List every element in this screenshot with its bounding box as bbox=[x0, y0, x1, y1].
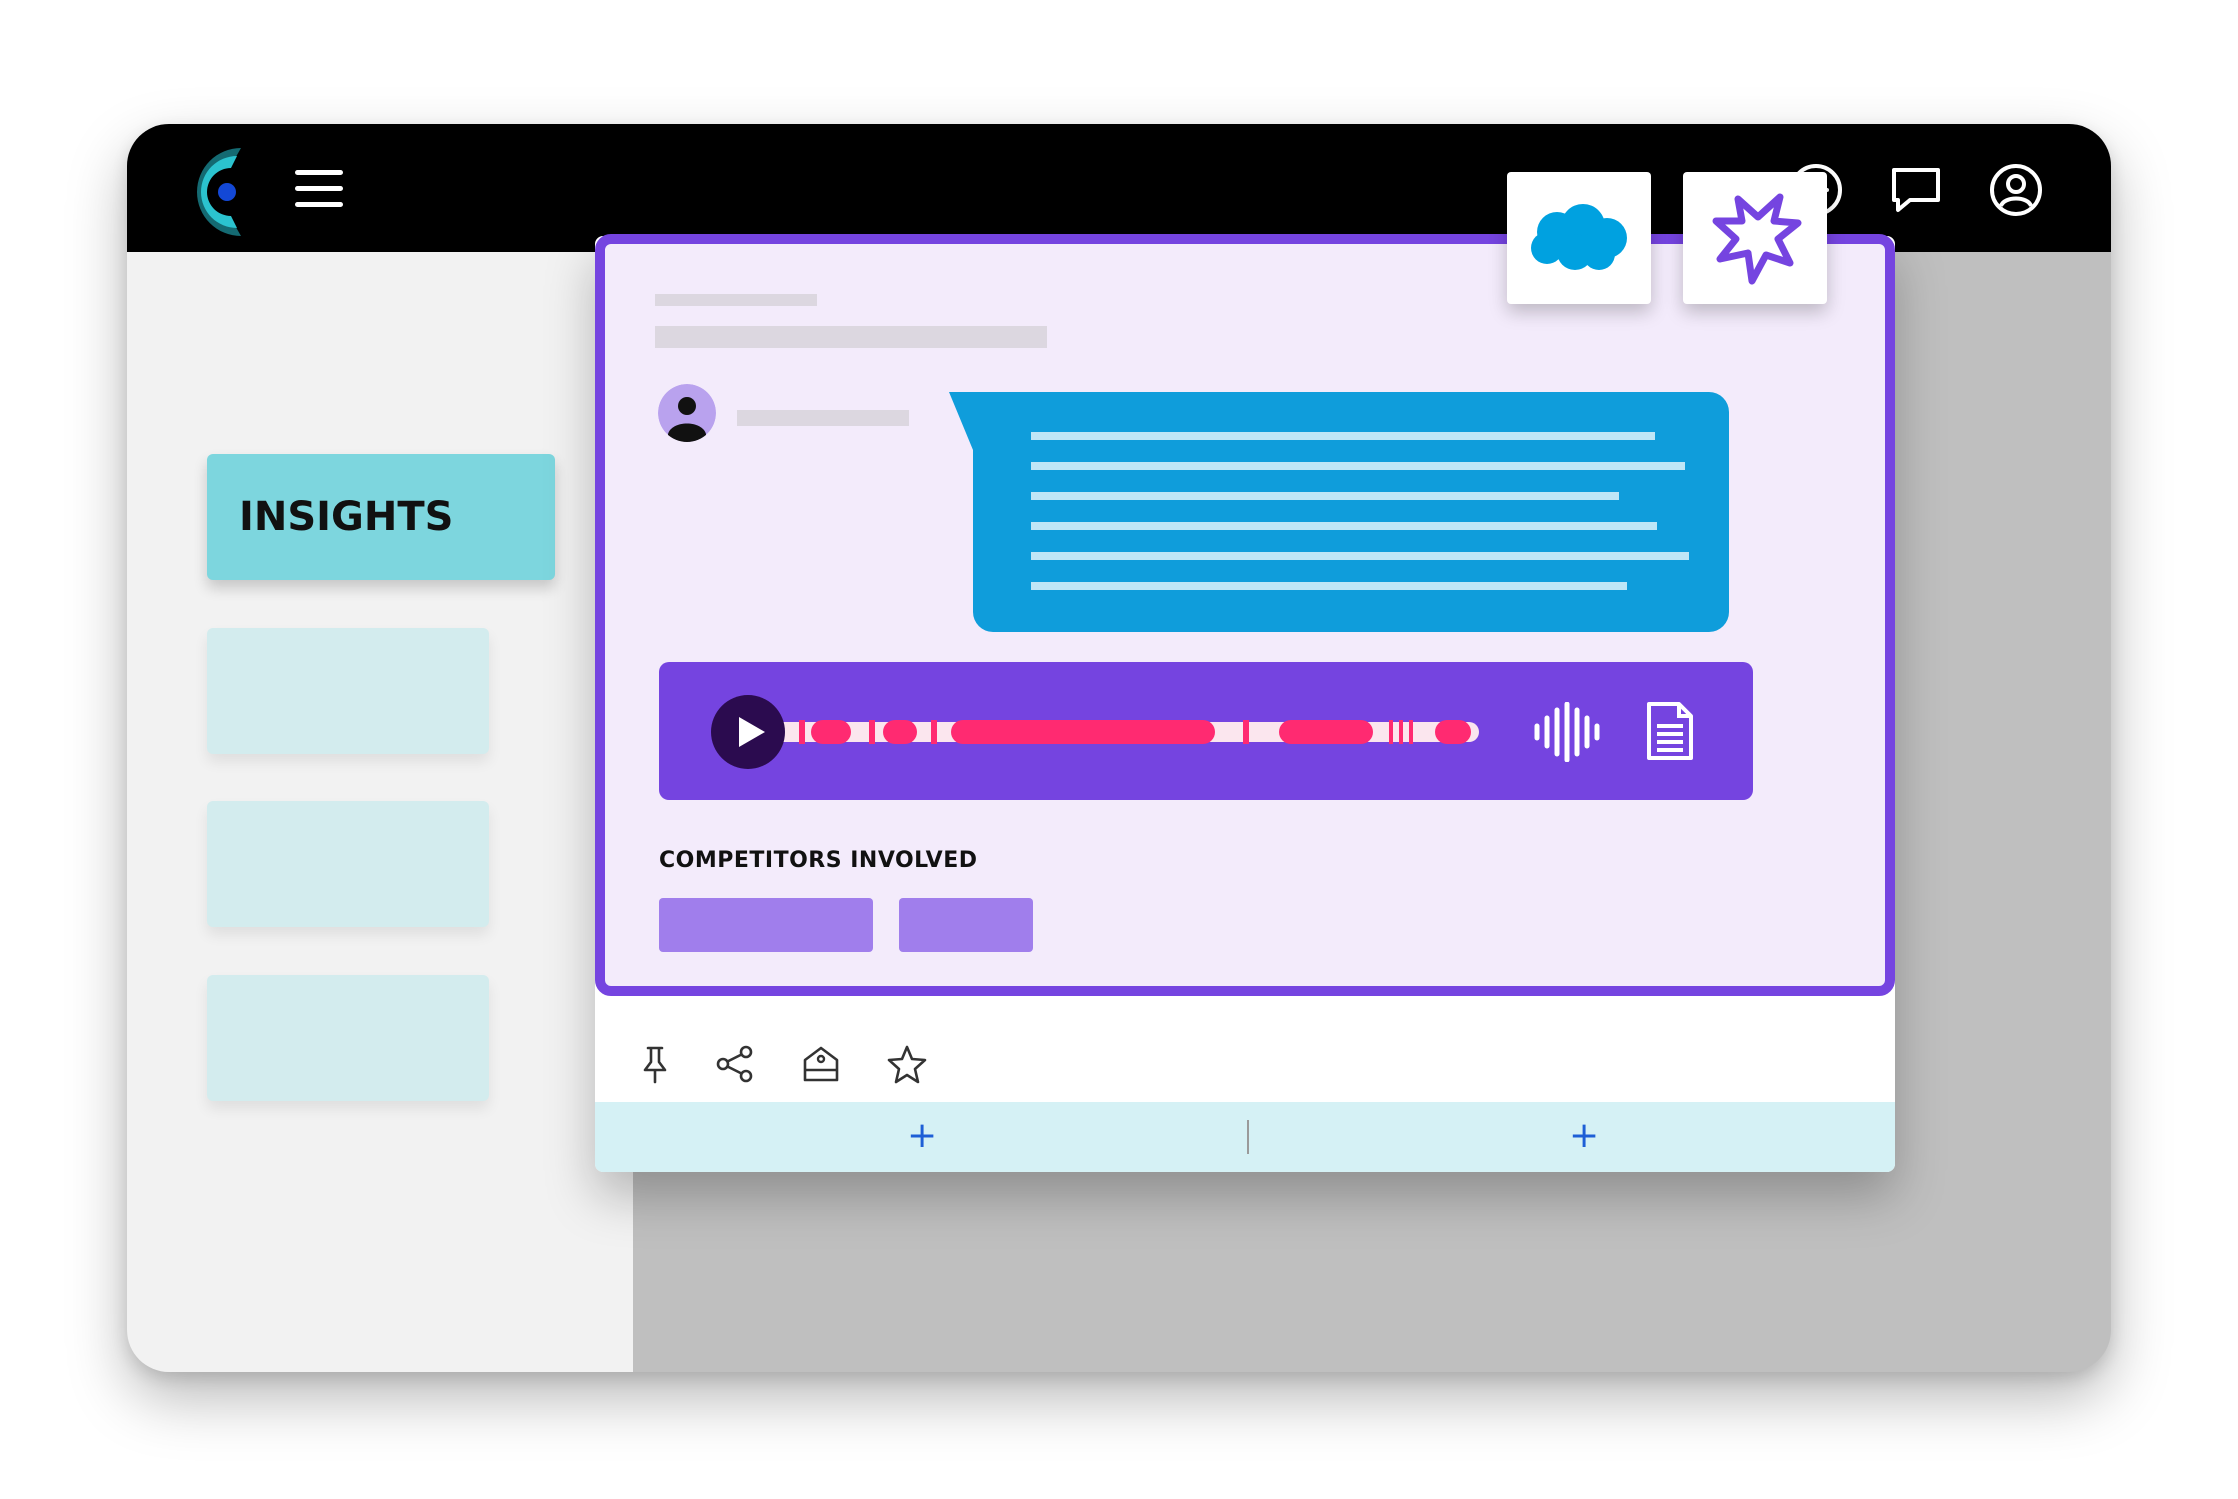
insight-card: COMPETITORS INVOLVED bbox=[595, 234, 1895, 996]
sidebar-item-insights[interactable]: INSIGHTS bbox=[207, 454, 555, 580]
card-footer: + + bbox=[595, 1102, 1895, 1172]
salesforce-cloud-icon bbox=[1531, 204, 1627, 270]
playback-track[interactable] bbox=[759, 712, 1479, 752]
competitor-chip[interactable] bbox=[899, 898, 1033, 952]
sidebar-item-placeholder[interactable] bbox=[207, 628, 489, 754]
sidebar-item-placeholder[interactable] bbox=[207, 801, 489, 927]
sidebar: INSIGHTS bbox=[127, 252, 633, 1372]
title-placeholder-line bbox=[655, 294, 817, 306]
salesforce-integration-badge[interactable] bbox=[1507, 172, 1651, 304]
burst-star-icon bbox=[1712, 193, 1802, 285]
play-icon[interactable] bbox=[711, 695, 785, 769]
burst-integration-badge[interactable] bbox=[1683, 172, 1827, 304]
call-recording-player bbox=[659, 662, 1753, 800]
star-icon[interactable] bbox=[887, 1044, 927, 1084]
message-bubble bbox=[949, 392, 1729, 632]
share-icon[interactable] bbox=[715, 1044, 755, 1084]
add-button-right[interactable]: + bbox=[1569, 1114, 1599, 1158]
subtitle-placeholder-line bbox=[655, 326, 1047, 348]
author-placeholder-line bbox=[737, 410, 909, 426]
add-button-left[interactable]: + bbox=[907, 1114, 937, 1158]
pin-icon[interactable] bbox=[635, 1044, 675, 1084]
hamburger-menu-icon[interactable] bbox=[295, 170, 343, 208]
document-icon[interactable] bbox=[1645, 700, 1695, 762]
user-circle-icon[interactable] bbox=[1988, 162, 2044, 218]
sidebar-item-label: INSIGHTS bbox=[239, 494, 454, 540]
logo-icon[interactable] bbox=[183, 144, 259, 240]
footer-divider bbox=[1247, 1120, 1249, 1154]
card-actions bbox=[595, 1010, 1895, 1106]
avatar bbox=[658, 384, 716, 442]
chat-bubble-icon[interactable] bbox=[1888, 162, 1944, 218]
tag-icon[interactable] bbox=[801, 1044, 841, 1084]
competitor-chip[interactable] bbox=[659, 898, 873, 952]
competitors-section-title: COMPETITORS INVOLVED bbox=[659, 848, 978, 873]
waveform-icon[interactable] bbox=[1533, 702, 1603, 762]
sidebar-item-placeholder[interactable] bbox=[207, 975, 489, 1101]
